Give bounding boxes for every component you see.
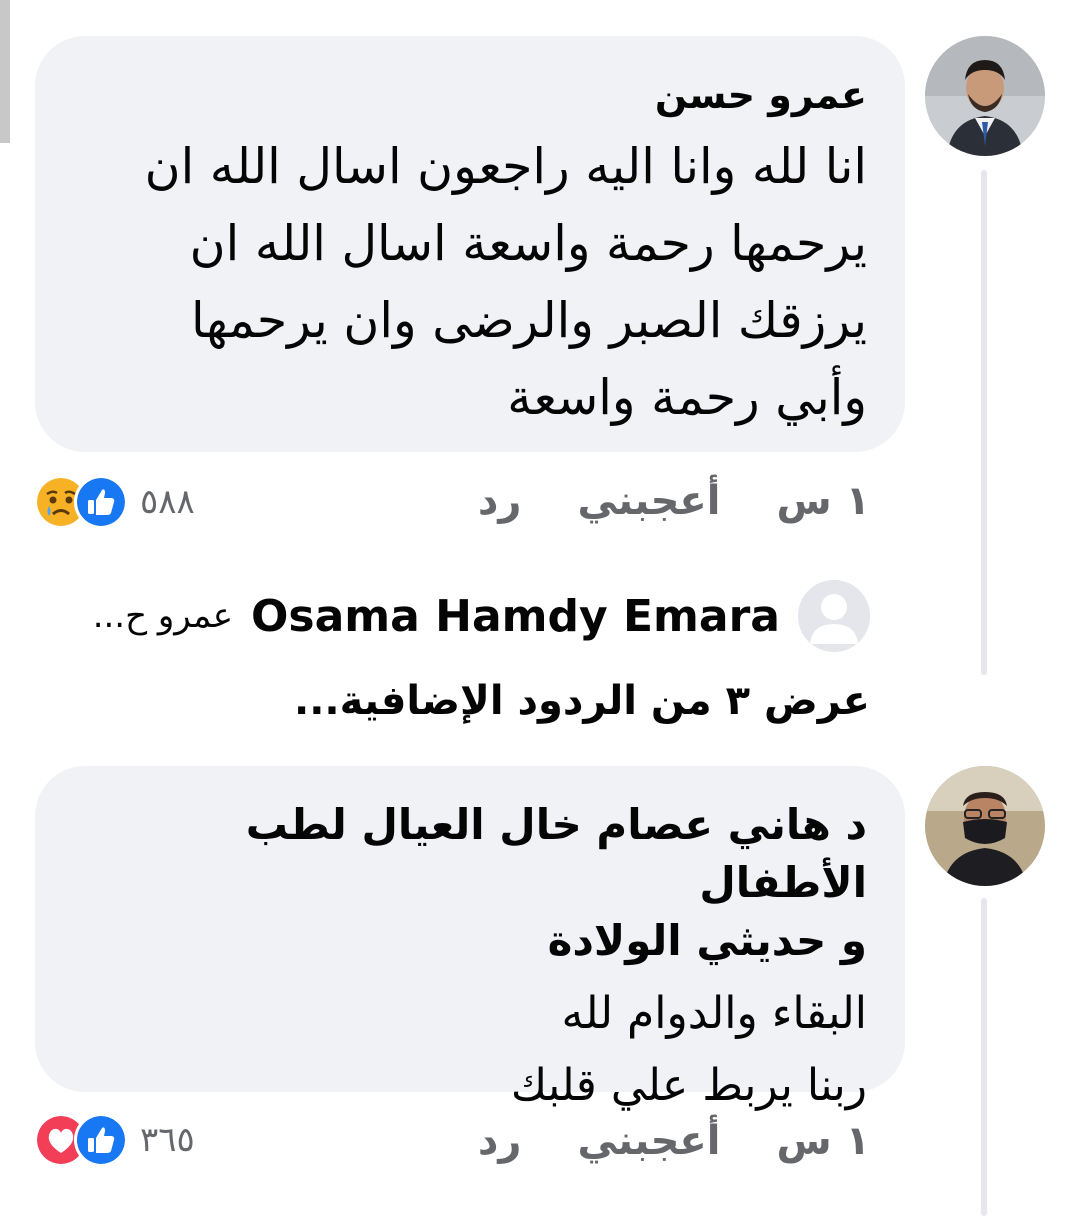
comment-author[interactable]: د هاني عصام خال العيال لطب الأطفال و حدي… bbox=[73, 796, 867, 970]
reaction-count: ٣٦٥ bbox=[140, 1120, 195, 1160]
comment-text: انا لله وانا اليه راجعون اسال الله ان ير… bbox=[144, 138, 867, 426]
reply-button[interactable]: رد bbox=[478, 478, 522, 524]
comment-text: البقاء والدوام لله ربنا يربط علي قلبك bbox=[510, 988, 867, 1111]
comment-time[interactable]: ١ س bbox=[776, 1118, 870, 1164]
like-icon bbox=[74, 1113, 128, 1167]
reaction-summary[interactable]: ٣٦٥ bbox=[34, 1113, 195, 1167]
avatar[interactable] bbox=[925, 36, 1045, 156]
reaction-count: ٥٨٨ bbox=[140, 482, 195, 522]
comment-bubble: د هاني عصام خال العيال لطب الأطفال و حدي… bbox=[35, 766, 905, 1111]
comment-time[interactable]: ١ س bbox=[776, 478, 870, 524]
reaction-summary[interactable]: ٥٨٨ bbox=[34, 475, 195, 529]
comment-bubble: عمرو حسن انا لله وانا اليه راجعون اسال ا… bbox=[35, 36, 905, 452]
reply-button[interactable]: رد bbox=[478, 1118, 522, 1164]
reply-author[interactable]: Osama Hamdy Emara bbox=[251, 591, 780, 642]
like-button[interactable]: أعجبني bbox=[577, 478, 720, 524]
thread-line bbox=[981, 898, 987, 1216]
avatar-photo-icon bbox=[925, 766, 1045, 886]
avatar-photo-icon bbox=[925, 36, 1045, 156]
comment-author[interactable]: عمرو حسن bbox=[73, 70, 867, 120]
comment-actions: ١ س أعجبني رد bbox=[478, 1118, 870, 1164]
comment-actions: ١ س أعجبني رد bbox=[478, 478, 870, 524]
thread-line bbox=[981, 170, 987, 675]
default-avatar-icon[interactable] bbox=[798, 580, 870, 652]
avatar[interactable] bbox=[925, 766, 1045, 886]
comments-page: عمرو حسن انا لله وانا اليه راجعون اسال ا… bbox=[0, 0, 1080, 1216]
like-button[interactable]: أعجبني bbox=[577, 1118, 720, 1164]
reply-snippet: عمرو ح... bbox=[92, 596, 233, 636]
like-icon bbox=[74, 475, 128, 529]
scroll-indicator[interactable] bbox=[0, 0, 10, 143]
reply-preview[interactable]: Osama Hamdy Emara عمرو ح... bbox=[92, 580, 870, 652]
view-more-replies-link[interactable]: عرض ٣ من الردود الإضافية... bbox=[294, 678, 870, 724]
